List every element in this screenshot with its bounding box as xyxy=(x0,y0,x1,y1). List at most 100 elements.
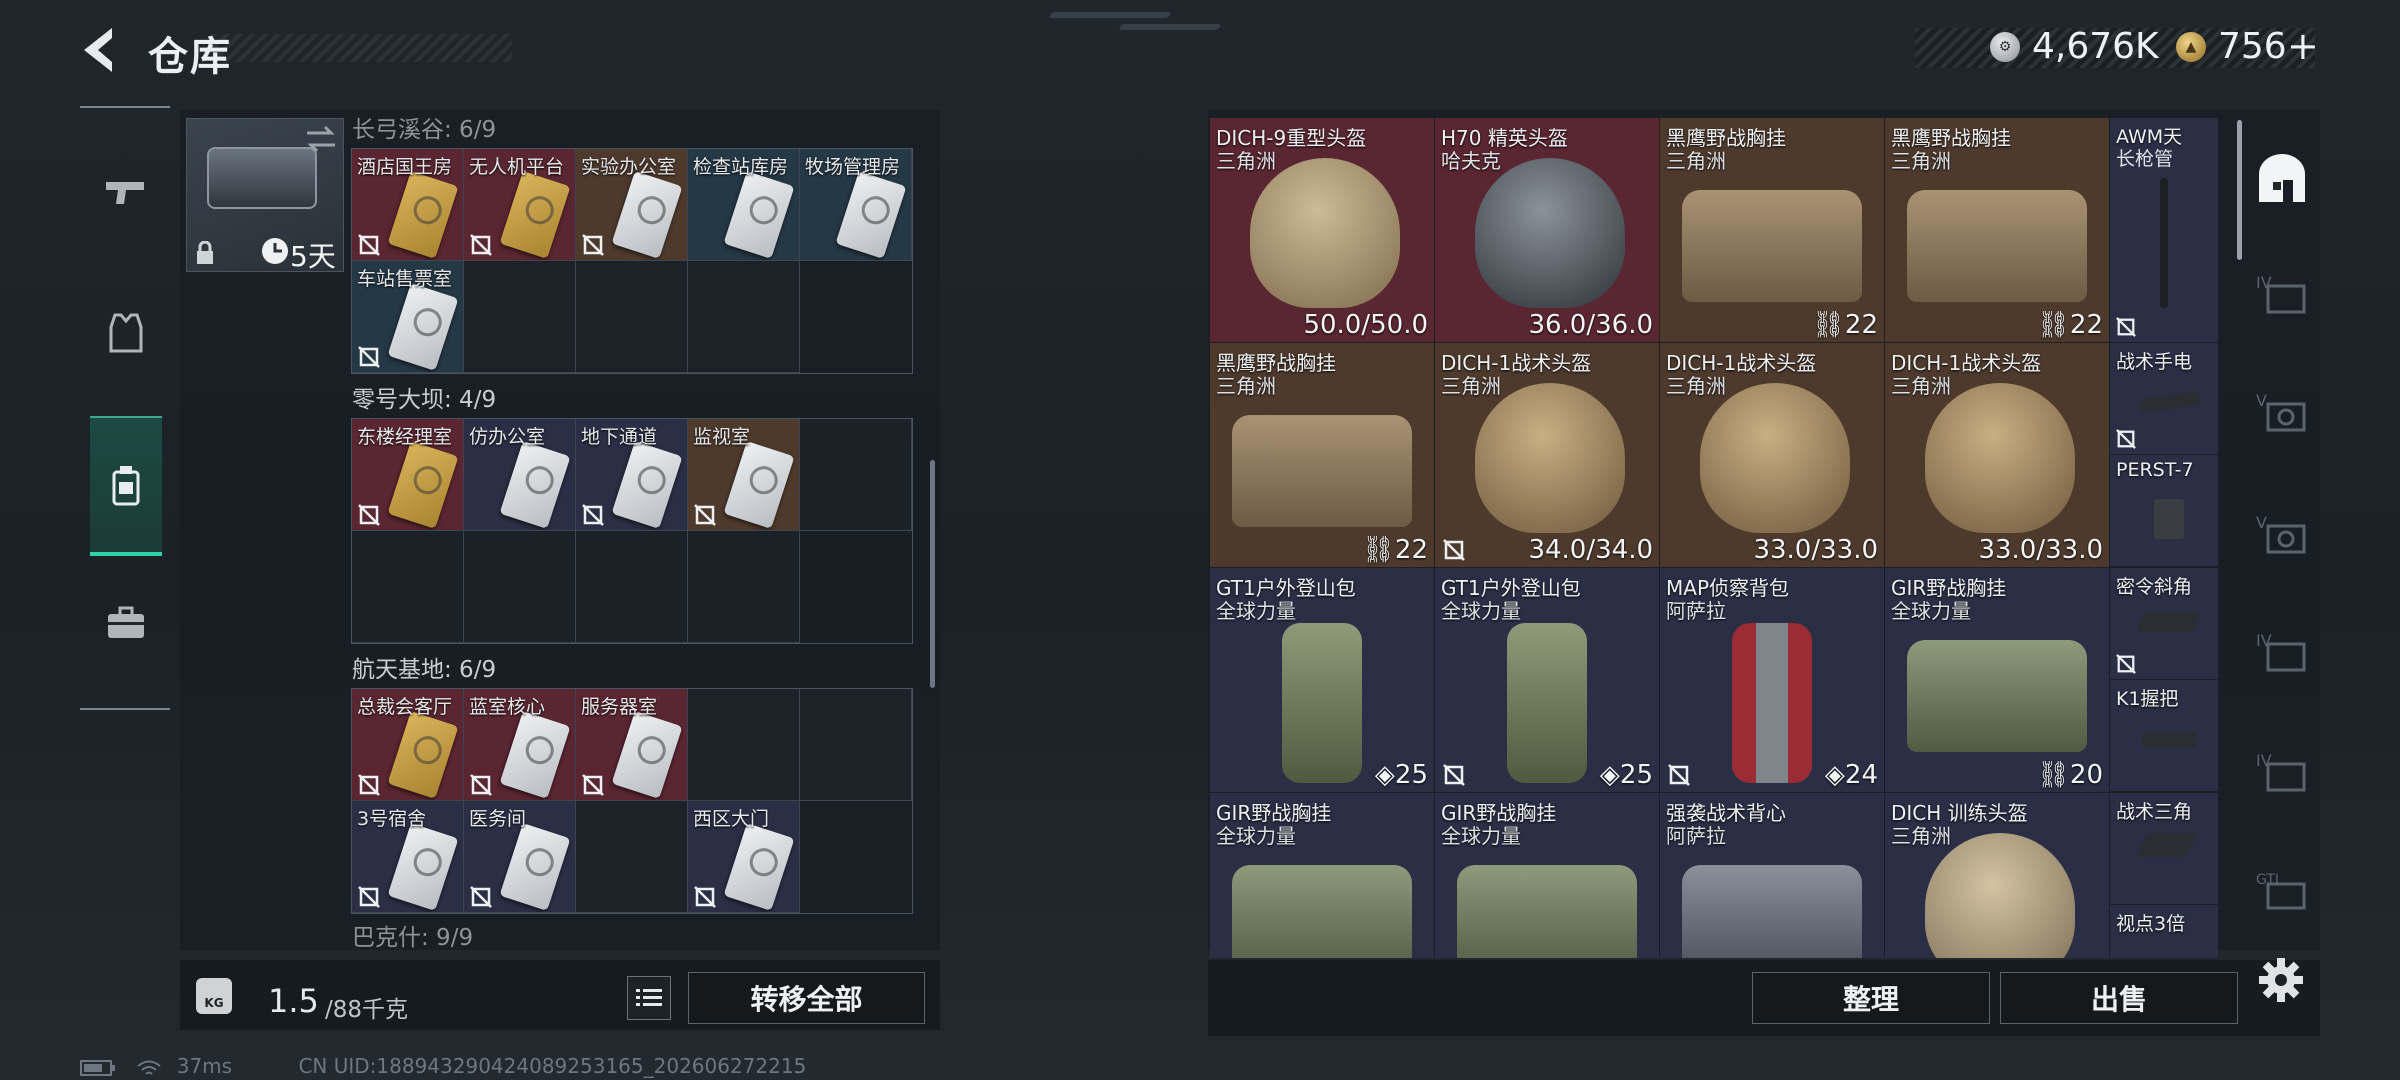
gun-icon xyxy=(106,182,144,204)
empty-key-slot[interactable] xyxy=(576,531,688,643)
empty-key-slot[interactable] xyxy=(800,419,912,531)
item-slot[interactable]: DICH 训练头盔 三角洲 xyxy=(1885,793,2110,958)
item-slot[interactable]: 视点3倍 xyxy=(2110,905,2218,958)
item-slot[interactable]: K1握把 xyxy=(2110,680,2218,792)
tab-storage-4c[interactable]: IV xyxy=(2250,740,2314,804)
storage-gt-icon: GTI xyxy=(2256,872,2306,910)
item-slot[interactable]: H70 精英头盔 哈夫克 36.0/36.0 xyxy=(1435,118,1660,343)
item-slot[interactable]: DICH-9重型头盔 三角洲 50.0/50.0 xyxy=(1210,118,1435,343)
nav-weapons[interactable] xyxy=(90,158,162,228)
key-slot[interactable]: 服务器室 xyxy=(576,689,688,801)
capacity-icon: ◈ xyxy=(1599,760,1620,790)
no-insure-icon xyxy=(694,886,716,908)
key-slot[interactable]: 总裁会客厅 xyxy=(352,689,464,801)
vest-image xyxy=(1907,640,2087,752)
swap-icon[interactable] xyxy=(305,125,337,153)
tab-storage-gt[interactable]: GTI xyxy=(2250,858,2314,922)
item-slot[interactable]: GT1户外登山包 全球力量 ◈25 xyxy=(1210,568,1435,793)
weight-max: /88千克 xyxy=(325,997,409,1023)
empty-key-slot[interactable] xyxy=(464,531,576,643)
empty-key-slot[interactable] xyxy=(688,689,800,801)
item-slot[interactable]: GIR野战胸挂 全球力量 xyxy=(1210,793,1435,958)
grid-gap xyxy=(800,531,912,643)
key-name: 仿办公室 xyxy=(469,426,546,448)
item-capacity: ◈25 xyxy=(1375,760,1428,790)
empty-key-slot[interactable] xyxy=(352,531,464,643)
left-scrollbar[interactable] xyxy=(930,460,935,688)
section-title-bakshi: 巴克什: 9/9 xyxy=(352,925,474,951)
empty-key-slot[interactable] xyxy=(464,261,576,373)
key-slot[interactable]: 监视室 xyxy=(688,419,800,531)
nav-armor[interactable] xyxy=(90,298,162,368)
svg-text:V: V xyxy=(2256,513,2267,532)
item-slot[interactable]: GIR野战胸挂 全球力量 ⛓20 xyxy=(1885,568,2110,793)
item-slot[interactable]: 黑鹰野战胸挂 三角洲 ⛓22 xyxy=(1885,118,2110,343)
sort-button[interactable]: 整理 xyxy=(1752,972,1990,1024)
silver-currency-value: 4,676K xyxy=(2032,26,2159,67)
tab-storage-4b[interactable]: IV xyxy=(2250,620,2314,684)
key-slot[interactable]: 实验办公室 xyxy=(576,149,688,261)
item-slot[interactable]: DICH-1战术头盔 三角洲 33.0/33.0 xyxy=(1660,343,1885,568)
list-view-button[interactable] xyxy=(627,976,671,1020)
keycard-image xyxy=(835,171,907,259)
item-slot[interactable]: AWM天 长枪管 xyxy=(2110,118,2218,343)
key-slot[interactable]: 检查站库房 xyxy=(688,149,800,261)
empty-key-slot[interactable] xyxy=(688,261,800,373)
item-slot[interactable]: 黑鹰野战胸挂 三角洲 ⛓22 xyxy=(1210,343,1435,568)
key-slot[interactable]: 西区大门 xyxy=(688,801,800,913)
item-slot[interactable]: DICH-1战术头盔 三角洲 33.0/33.0 xyxy=(1885,343,2110,568)
settings-gear-icon[interactable] xyxy=(2256,955,2306,1005)
back-arrow-icon[interactable] xyxy=(76,24,122,76)
key-slot[interactable]: 车站售票室 xyxy=(352,261,464,373)
item-slot[interactable]: MAP侦察背包 阿萨拉 ◈24 xyxy=(1660,568,1885,793)
helmet-image xyxy=(1250,158,1400,308)
empty-key-slot[interactable] xyxy=(800,689,912,801)
right-scrollbar[interactable] xyxy=(2237,120,2242,260)
item-slot[interactable]: 黑鹰野战胸挂 三角洲 ⛓22 xyxy=(1660,118,1885,343)
key-name: 总裁会客厅 xyxy=(357,696,453,718)
key-slot[interactable]: 3号宿舍 xyxy=(352,801,464,913)
item-durability: 36.0/36.0 xyxy=(1528,310,1653,340)
grid-gap xyxy=(800,261,912,373)
tab-storage-4[interactable]: IV xyxy=(2250,262,2314,326)
item-name: 战术手电 xyxy=(2116,351,2193,373)
item-slot[interactable]: PERST-7 xyxy=(2110,455,2218,567)
empty-key-slot[interactable] xyxy=(576,801,688,913)
uid-text: CN UID:18894329042408925316​5_2026062722… xyxy=(298,1054,807,1078)
empty-key-slot[interactable] xyxy=(576,261,688,373)
capacity-icon: ◈ xyxy=(1374,760,1395,790)
empty-key-slot[interactable] xyxy=(688,531,800,643)
key-slot[interactable]: 牧场管理房 xyxy=(800,149,912,261)
capacity-value: 22 xyxy=(2069,310,2103,340)
item-slot[interactable]: 战术手电 xyxy=(2110,343,2218,455)
key-slot[interactable]: 酒店国王房 xyxy=(352,149,464,261)
key-slot[interactable]: 无人机平台 xyxy=(464,149,576,261)
key-slot[interactable]: 东楼经理室 xyxy=(352,419,464,531)
nav-supplies[interactable] xyxy=(90,588,162,658)
key-slot[interactable]: 医务间 xyxy=(464,801,576,913)
key-slot[interactable]: 蓝室核心 xyxy=(464,689,576,801)
clock-icon xyxy=(262,238,288,264)
item-slot[interactable]: 密令斜角 xyxy=(2110,568,2218,680)
tab-all-items[interactable] xyxy=(2250,146,2314,210)
item-slot[interactable]: GIR野战胸挂 全球力量 xyxy=(1435,793,1660,958)
item-slot[interactable]: 强袭战术背心 阿萨拉 xyxy=(1660,793,1885,958)
sell-button[interactable]: 出售 xyxy=(2000,972,2238,1024)
no-insure-icon xyxy=(694,504,716,526)
nav-keys[interactable] xyxy=(90,416,162,556)
item-slot[interactable]: 战术三角 xyxy=(2110,793,2218,905)
tab-storage-5[interactable]: V xyxy=(2250,380,2314,444)
key-name: 地下通道 xyxy=(581,426,658,448)
key-slot[interactable]: 地下通道 xyxy=(576,419,688,531)
add-currency-button[interactable]: + xyxy=(2287,24,2319,68)
item-slot[interactable]: DICH-1战术头盔 三角洲 34.0/34.0 xyxy=(1435,343,1660,568)
no-insure-icon xyxy=(358,504,380,526)
key-slot[interactable]: 仿办公室 xyxy=(464,419,576,531)
item-slot[interactable]: GT1户外登山包 全球力量 ◈25 xyxy=(1435,568,1660,793)
keycard-image xyxy=(723,823,795,911)
tab-storage-5b[interactable]: V xyxy=(2250,502,2314,566)
transfer-all-button[interactable]: 转移全部 xyxy=(688,972,925,1024)
item-capacity: ◈24 xyxy=(1825,760,1878,790)
keycard-image xyxy=(387,441,459,529)
no-insure-icon xyxy=(358,234,380,256)
